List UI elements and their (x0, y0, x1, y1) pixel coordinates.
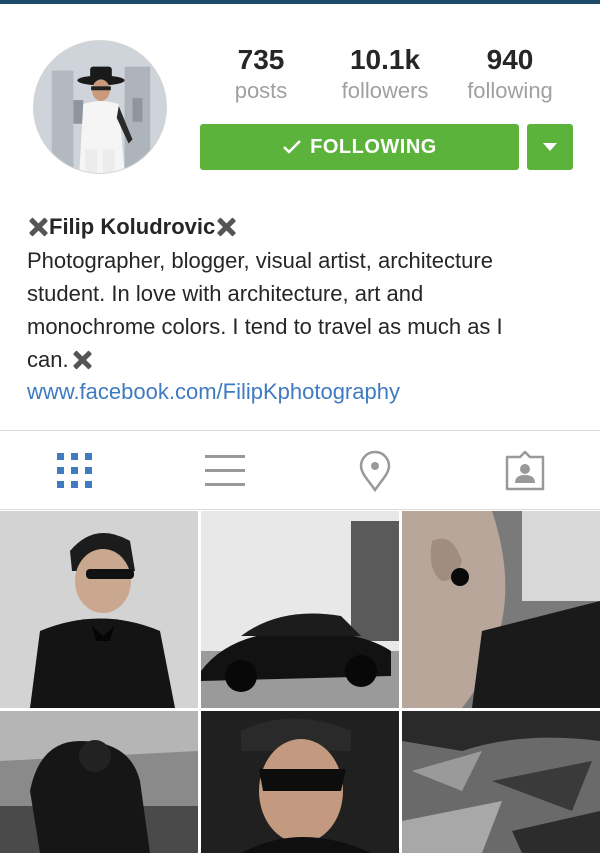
stat-posts-label: posts (234, 78, 288, 103)
photo-tile[interactable] (0, 511, 198, 708)
profile-name: Filip Koludrovic (49, 214, 216, 239)
photo-tile[interactable] (201, 711, 399, 853)
following-button-label: FOLLOWING (310, 135, 437, 158)
triangle-down-icon (543, 143, 557, 151)
tab-list[interactable] (150, 431, 300, 511)
profile-header: 735 posts 10.1k followers 940 following … (0, 4, 600, 204)
stat-following-label: following (467, 78, 553, 103)
photo-thumbnail (0, 511, 198, 708)
tagged-person-icon (505, 451, 545, 491)
tab-tagged[interactable] (450, 431, 600, 511)
profile-stats: 735 posts 10.1k followers 940 following (200, 42, 573, 112)
bio-line: student. In love with architecture, art … (27, 281, 424, 306)
profile-bio: Filip Koludrovic Photographer, blogger, … (27, 212, 577, 408)
checkmark-icon (283, 140, 302, 154)
website-link[interactable]: www.facebook.com/FilipKphotography (27, 376, 577, 408)
photo-thumbnail (201, 711, 399, 853)
stat-posts-value: 735 (237, 44, 285, 75)
avatar-photo (34, 41, 166, 173)
photo-thumbnail (402, 511, 600, 708)
bio-line: Photographer, blogger, visual artist, ar… (27, 248, 493, 273)
tab-location[interactable] (300, 431, 450, 511)
stat-followers-value: 10.1k (349, 44, 421, 75)
list-icon (205, 455, 245, 486)
avatar[interactable] (33, 40, 167, 174)
stat-posts[interactable]: 735 posts (206, 42, 316, 104)
photo-thumbnail (402, 711, 600, 853)
photo-tile[interactable] (402, 711, 600, 853)
photo-thumbnail (0, 711, 198, 853)
following-button[interactable]: FOLLOWING (200, 124, 519, 170)
photo-tile[interactable] (201, 511, 399, 708)
bio-line: can. (27, 347, 69, 372)
grid-icon (57, 453, 92, 488)
x-mark-icon (71, 349, 93, 371)
profile-name-row: Filip Koludrovic (27, 212, 577, 242)
photo-tile[interactable] (0, 711, 198, 853)
stat-following[interactable]: 940 following (455, 42, 565, 104)
photo-thumbnail (201, 511, 399, 708)
tab-grid[interactable] (0, 431, 150, 511)
stat-following-value: 940 (486, 44, 534, 75)
photo-grid (0, 511, 600, 853)
x-mark-icon (27, 216, 49, 238)
follow-options-dropdown-button[interactable] (527, 124, 573, 170)
stat-followers-label: followers (341, 78, 429, 103)
location-pin-icon (359, 450, 391, 492)
profile-view-tabs (0, 430, 600, 510)
bio-line-last: can. (27, 343, 577, 376)
bio-text: Photographer, blogger, visual artist, ar… (27, 244, 577, 376)
stat-followers[interactable]: 10.1k followers (330, 42, 440, 104)
x-mark-icon (215, 216, 237, 238)
bio-line: monochrome colors. I tend to travel as m… (27, 314, 503, 339)
photo-tile[interactable] (402, 511, 600, 708)
